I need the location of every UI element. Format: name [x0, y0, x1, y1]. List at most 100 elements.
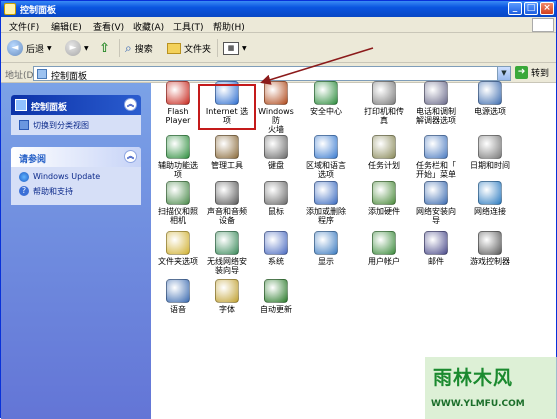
- item-game-controllers[interactable]: 游戏控制器: [467, 231, 513, 266]
- item-wireless-setup[interactable]: 无线网络安 装向导: [204, 231, 250, 275]
- item-network-setup[interactable]: 网络安装向 导: [413, 181, 459, 225]
- item-firewall[interactable]: Windows 防 火墙: [253, 81, 299, 134]
- item-phone-modem[interactable]: 电话和调制 解调器选项: [413, 81, 459, 125]
- item-folder-options[interactable]: 文件夹选项: [155, 231, 201, 266]
- item-label: 日期和时间: [470, 161, 510, 170]
- item-speech[interactable]: 语音: [155, 279, 201, 314]
- item-mouse[interactable]: 鼠标: [253, 181, 299, 216]
- folders-button[interactable]: 文件夹: [167, 37, 211, 59]
- add-remove-programs-icon: [314, 181, 338, 205]
- minimize-button[interactable]: _: [508, 2, 522, 15]
- item-display[interactable]: 显示: [303, 231, 349, 266]
- go-label: 转到: [531, 69, 550, 79]
- item-date-time[interactable]: 日期和时间: [467, 135, 513, 170]
- item-label: 声音和音频 设备: [207, 207, 247, 225]
- item-sound-audio[interactable]: 声音和音频 设备: [204, 181, 250, 225]
- up-folder-icon: ⇧: [99, 40, 110, 56]
- item-scanner-camera[interactable]: 扫描仪和照 相机: [155, 181, 201, 225]
- taskbar-start-icon: [424, 135, 448, 159]
- panel-header[interactable]: 请参阅 ︽: [11, 147, 141, 167]
- help-icon: ?: [19, 186, 29, 196]
- system-icon: [264, 231, 288, 255]
- item-label: 任务栏和「 开始」菜单: [416, 161, 456, 179]
- item-label: 扫描仪和照 相机: [158, 207, 198, 225]
- item-keyboard[interactable]: 键盘: [253, 135, 299, 170]
- item-label: 邮件: [428, 257, 444, 266]
- item-label: 电源选项: [474, 107, 506, 116]
- search-icon: ⌕: [125, 40, 132, 55]
- back-button[interactable]: ◄ 后退 ▼: [7, 37, 52, 59]
- item-mail[interactable]: 邮件: [413, 231, 459, 266]
- collapse-chevron-icon[interactable]: ︽: [124, 150, 137, 163]
- item-label: 用户帐户: [368, 257, 400, 266]
- item-label: 管理工具: [211, 161, 243, 170]
- printers-icon: [372, 81, 396, 105]
- windows-update-link[interactable]: Windows Update: [11, 171, 141, 185]
- panel-header[interactable]: 控制面板 ︽: [11, 95, 141, 115]
- highlight-box: [198, 84, 256, 130]
- accessibility-icon: [166, 135, 190, 159]
- item-automatic-updates[interactable]: 自动更新: [253, 279, 299, 314]
- item-label: 鼠标: [268, 207, 284, 216]
- item-label: 打印机和传 真: [364, 107, 404, 125]
- panel-title: 请参阅: [19, 155, 47, 165]
- item-scheduled-tasks[interactable]: 任务计划: [361, 135, 407, 170]
- menu-view[interactable]: 查看(V): [93, 20, 124, 33]
- close-button[interactable]: ×: [540, 2, 554, 15]
- title-bar[interactable]: 控制面板 _ □ ×: [1, 1, 556, 17]
- category-view-icon: [19, 120, 29, 130]
- item-accessibility[interactable]: 辅助功能选 项: [155, 135, 201, 179]
- windows-update-icon: [19, 172, 29, 182]
- item-label: 添加硬件: [368, 207, 400, 216]
- item-label: 网络安装向 导: [416, 207, 456, 225]
- item-security-center[interactable]: 安全中心: [303, 81, 349, 116]
- folder-options-icon: [166, 231, 190, 255]
- item-region-language[interactable]: 区域和语言 选项: [303, 135, 349, 179]
- menu-edit[interactable]: 编辑(E): [51, 20, 82, 33]
- back-arrow-icon: ◄: [7, 40, 23, 56]
- chevron-down-icon: ▼: [242, 44, 247, 52]
- item-label: 文件夹选项: [158, 257, 198, 266]
- item-printers[interactable]: 打印机和传 真: [361, 81, 407, 125]
- item-flash-player[interactable]: Flash Player: [155, 81, 201, 125]
- chevron-down-icon: ▼: [47, 44, 52, 52]
- item-label: 显示: [318, 257, 334, 266]
- menu-tools[interactable]: 工具(T): [173, 20, 204, 33]
- windows-logo-icon: [532, 18, 554, 32]
- views-button[interactable]: ▦ ▼: [223, 37, 247, 59]
- address-dropdown-icon[interactable]: ▼: [497, 67, 510, 80]
- watermark: 雨林木风 WWW.YLMFU.COM: [425, 357, 557, 419]
- item-label: 网络连接: [474, 207, 506, 216]
- item-add-hardware[interactable]: 添加硬件: [361, 181, 407, 216]
- item-label: 辅助功能选 项: [158, 161, 198, 179]
- network-setup-icon: [424, 181, 448, 205]
- menu-favorites[interactable]: 收藏(A): [133, 20, 164, 33]
- item-system[interactable]: 系统: [253, 231, 299, 266]
- item-user-accounts[interactable]: 用户帐户: [361, 231, 407, 266]
- item-admin-tools[interactable]: 管理工具: [204, 135, 250, 170]
- help-support-link[interactable]: ? 帮助和支持: [11, 185, 141, 199]
- switch-category-view-link[interactable]: 切换到分类视图: [11, 119, 141, 133]
- wireless-setup-icon: [215, 231, 239, 255]
- sound-audio-icon: [215, 181, 239, 205]
- network-connections-icon: [478, 181, 502, 205]
- up-button[interactable]: ⇧: [99, 37, 110, 59]
- item-taskbar-start[interactable]: 任务栏和「 开始」菜单: [413, 135, 459, 179]
- search-button[interactable]: ⌕ 搜索: [125, 37, 153, 59]
- item-add-remove-programs[interactable]: 添加或删除 程序: [303, 181, 349, 225]
- menu-help[interactable]: 帮助(H): [213, 20, 245, 33]
- collapse-chevron-icon[interactable]: ︽: [124, 98, 137, 111]
- item-power-options[interactable]: 电源选项: [467, 81, 513, 116]
- forward-button[interactable]: ► ▼: [65, 37, 89, 59]
- menu-file[interactable]: 文件(F): [9, 20, 39, 33]
- address-input[interactable]: 控制面板 ▼: [33, 66, 511, 82]
- game-controllers-icon: [478, 231, 502, 255]
- item-network-connections[interactable]: 网络连接: [467, 181, 513, 216]
- go-button[interactable]: ➜ 转到: [515, 66, 549, 79]
- power-options-icon: [478, 81, 502, 105]
- maximize-button[interactable]: □: [524, 2, 538, 15]
- mouse-icon: [264, 181, 288, 205]
- security-center-icon: [314, 81, 338, 105]
- item-fonts[interactable]: 字体: [204, 279, 250, 314]
- item-label: 游戏控制器: [470, 257, 510, 266]
